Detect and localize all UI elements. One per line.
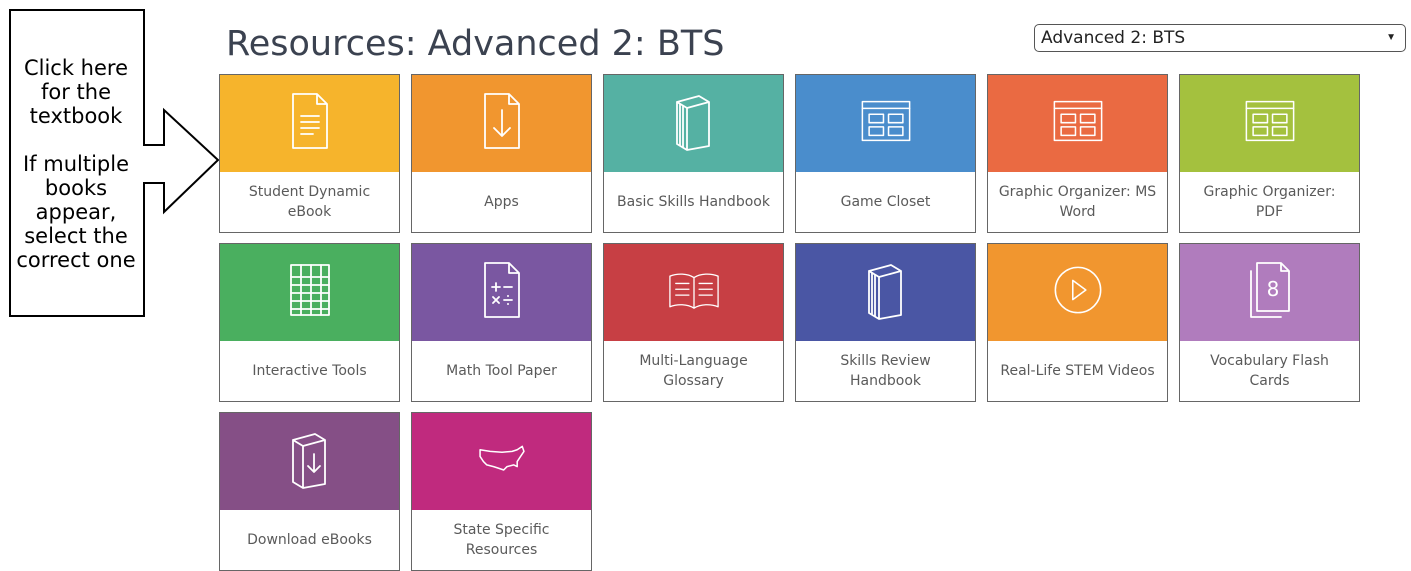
- grid-window-icon: [1243, 90, 1297, 157]
- math-paper-icon: [475, 259, 529, 326]
- book-select-dropdown[interactable]: Advanced 2: BTS ▼: [1034, 24, 1406, 52]
- play-icon: [1051, 259, 1105, 326]
- resource-tile[interactable]: Graphic Organizer: PDF: [1179, 74, 1360, 233]
- tile-color-header: [412, 413, 591, 510]
- tile-label: Graphic Organizer: PDF: [1180, 172, 1359, 232]
- tile-color-header: 8: [1180, 244, 1359, 341]
- page-title: Resources: Advanced 2: BTS: [226, 24, 725, 64]
- tile-color-header: [604, 244, 783, 341]
- usa-map-icon: [475, 428, 529, 495]
- resource-tile[interactable]: State Specific Resources: [411, 412, 592, 571]
- resource-tile[interactable]: Game Closet: [795, 74, 976, 233]
- book-select-value: Advanced 2: BTS: [1041, 28, 1186, 48]
- tile-label: Graphic Organizer: MS Word: [988, 172, 1167, 232]
- tile-label: Vocabulary Flash Cards: [1180, 341, 1359, 401]
- tile-label-text: Game Closet: [840, 194, 931, 210]
- resource-tile[interactable]: Student Dynamic eBook: [219, 74, 400, 233]
- tile-label: Interactive Tools: [220, 341, 399, 401]
- tile-label-text: Apps: [484, 194, 519, 210]
- grid-window-icon: [859, 90, 913, 157]
- resource-tile[interactable]: Interactive Tools: [219, 243, 400, 402]
- resource-tile[interactable]: Skills Review Handbook: [795, 243, 976, 402]
- download-icon: [475, 90, 529, 157]
- tile-color-header: [1180, 75, 1359, 172]
- tile-label: State Specific Resources: [412, 510, 591, 570]
- chevron-down-icon: ▼: [1386, 32, 1396, 43]
- tile-label: Basic Skills Handbook: [604, 172, 783, 232]
- instruction-callout: Click here for the textbook If multiple …: [0, 0, 225, 330]
- resource-tile[interactable]: Apps: [411, 74, 592, 233]
- tile-label-text: Basic Skills Handbook: [617, 194, 770, 210]
- svg-text:8: 8: [1266, 277, 1279, 301]
- resource-tile[interactable]: Real-Life STEM Videos: [987, 243, 1168, 402]
- tile-label: Math Tool Paper: [412, 341, 591, 401]
- grid-window-icon: [1051, 90, 1105, 157]
- book-icon: [667, 90, 721, 157]
- tile-label-text: Download eBooks: [247, 532, 372, 548]
- book-icon: [859, 259, 913, 326]
- tile-label: Apps: [412, 172, 591, 232]
- tile-label: Real-Life STEM Videos: [988, 341, 1167, 401]
- tile-label-text: Graphic Organizer: PDF: [1203, 184, 1336, 220]
- tile-label-text: Math Tool Paper: [446, 363, 557, 379]
- tile-label-text: State Specific Resources: [453, 522, 550, 558]
- book-download-icon: [283, 428, 337, 495]
- tile-label-text: Skills Review Handbook: [840, 353, 931, 389]
- tile-color-header: [988, 244, 1167, 341]
- resource-tile[interactable]: Basic Skills Handbook: [603, 74, 784, 233]
- spreadsheet-icon: [283, 259, 337, 326]
- tile-color-header: [988, 75, 1167, 172]
- tile-color-header: [604, 75, 783, 172]
- tile-color-header: [220, 75, 399, 172]
- resource-tile[interactable]: 8 Vocabulary Flash Cards: [1179, 243, 1360, 402]
- resource-tile[interactable]: Graphic Organizer: MS Word: [987, 74, 1168, 233]
- tile-color-header: [412, 75, 591, 172]
- tile-color-header: [796, 244, 975, 341]
- tile-label-text: Graphic Organizer: MS Word: [998, 184, 1157, 220]
- tile-label: Multi-Language Glossary: [604, 341, 783, 401]
- tile-label-text: Multi-Language Glossary: [639, 353, 748, 389]
- resource-grid: Student Dynamic eBook Apps Basic Skills Ha…: [219, 74, 1360, 571]
- document-icon: [283, 90, 337, 157]
- tile-label: Game Closet: [796, 172, 975, 232]
- tile-label-text: Student Dynamic eBook: [248, 184, 371, 220]
- tile-label-text: Real-Life STEM Videos: [1000, 363, 1155, 379]
- tile-color-header: [796, 75, 975, 172]
- tile-color-header: [220, 244, 399, 341]
- tile-label: Skills Review Handbook: [796, 341, 975, 401]
- resource-tile[interactable]: Math Tool Paper: [411, 243, 592, 402]
- tile-color-header: [412, 244, 591, 341]
- tile-color-header: [220, 413, 399, 510]
- resource-tile[interactable]: Download eBooks: [219, 412, 400, 571]
- flash-cards-icon: 8: [1243, 259, 1297, 326]
- tile-label: Student Dynamic eBook: [220, 172, 399, 232]
- open-book-icon: [667, 259, 721, 326]
- tile-label: Download eBooks: [220, 510, 399, 570]
- tile-label-text: Vocabulary Flash Cards: [1210, 353, 1329, 389]
- resource-tile[interactable]: Multi-Language Glossary: [603, 243, 784, 402]
- callout-text-textbook: Click here for the textbook: [23, 56, 129, 128]
- tile-label-text: Interactive Tools: [252, 363, 367, 379]
- callout-text-multiple: If multiple books appear, select the cor…: [16, 152, 136, 272]
